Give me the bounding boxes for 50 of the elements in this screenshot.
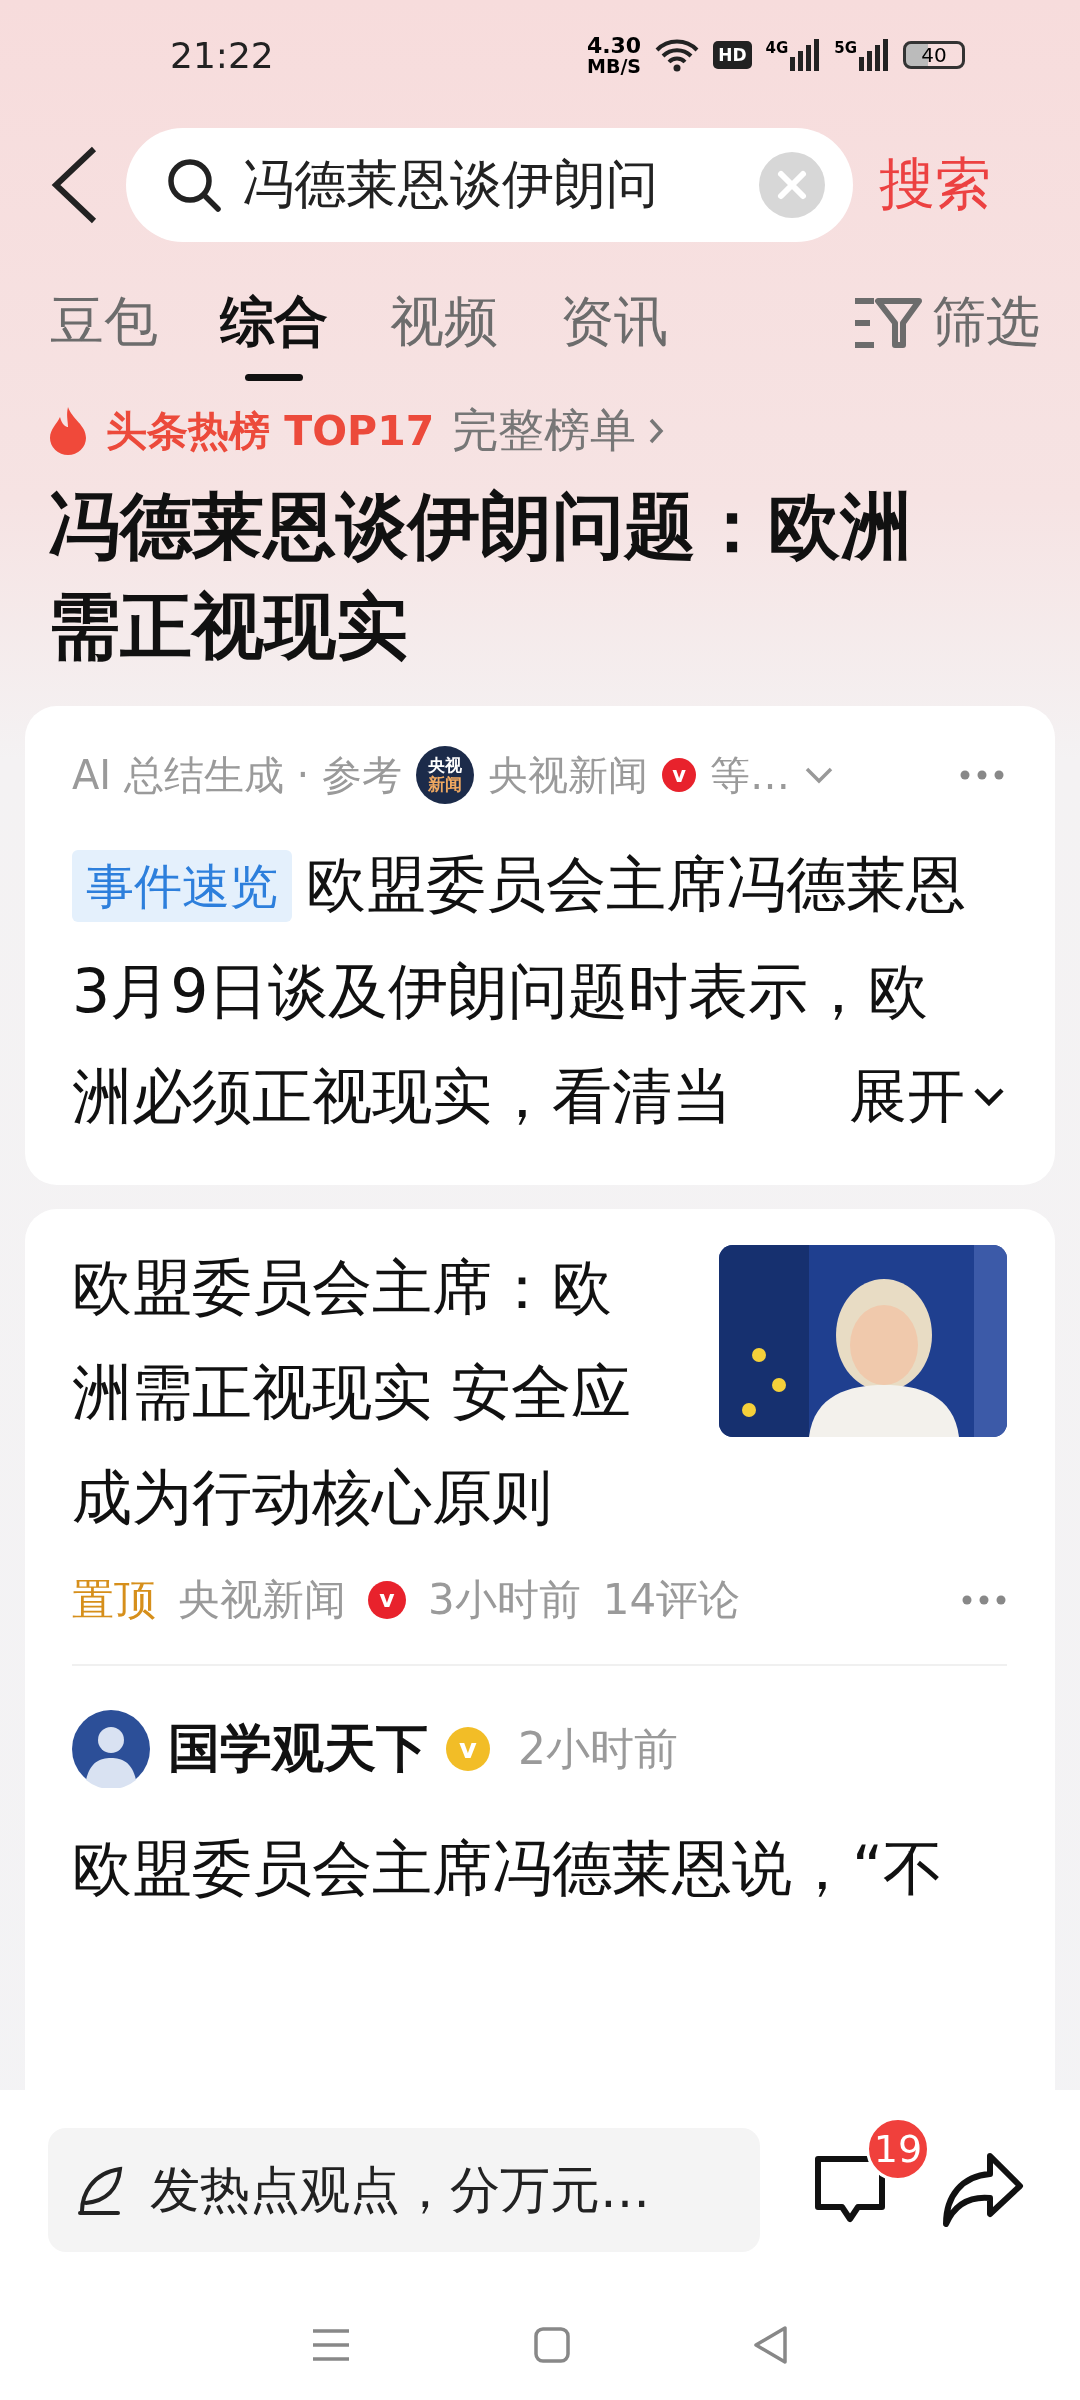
tab[interactable]: 综合	[220, 286, 328, 381]
filter-button[interactable]: 筛选	[852, 286, 1040, 359]
network-speed-unit: MB/S	[587, 56, 641, 76]
signal-icon	[790, 39, 821, 71]
notification-badge: 19	[866, 2117, 930, 2181]
pinned-label: 置顶	[72, 1574, 156, 1626]
verified-badge: v	[368, 1581, 406, 1619]
network-label: 5G	[834, 39, 857, 57]
publish-time: 3小时前	[428, 1574, 581, 1626]
verified-badge: v	[662, 758, 697, 792]
wifi-icon	[655, 38, 700, 72]
comment-count: 14评论	[602, 1574, 741, 1626]
search-bar[interactable]: 冯德莱恩谈伊朗问	[126, 128, 853, 242]
more-icon[interactable]	[959, 769, 1005, 781]
more-sources: 等…	[710, 750, 791, 800]
avatar-icon[interactable]	[72, 1710, 150, 1788]
tab[interactable]: 资讯	[560, 286, 668, 381]
chevron-down-icon[interactable]	[804, 766, 835, 784]
source-name: 央视新闻	[488, 750, 649, 800]
comment-input[interactable]: 发热点观点，分万元…	[150, 2161, 730, 2219]
flame-icon	[48, 407, 88, 455]
search-icon	[166, 157, 222, 213]
signal-icon	[859, 39, 889, 71]
hd-badge: HD	[713, 41, 752, 69]
more-icon[interactable]	[961, 1594, 1007, 1606]
hot-list-label: 头条热榜 TOP17	[106, 405, 435, 457]
chevron-down-icon	[973, 1086, 1005, 1107]
verified-badge: v	[446, 1727, 490, 1771]
menu-icon[interactable]	[311, 2327, 352, 2363]
topic-title: 冯德莱恩谈伊朗问题：欧洲需正视现实	[48, 483, 913, 670]
tab[interactable]: 豆包	[50, 286, 158, 381]
battery-indicator: 40	[903, 41, 965, 69]
comment-bar[interactable]: 发热点观点，分万元…	[48, 2128, 760, 2252]
author-name[interactable]: 国学观天下	[168, 1714, 428, 1784]
share-icon[interactable]	[940, 2150, 1024, 2230]
search-input[interactable]: 冯德莱恩谈伊朗问	[242, 155, 739, 215]
network-label: 4G	[765, 39, 789, 57]
status-time: 21:22	[170, 34, 275, 76]
chevron-right-icon	[648, 417, 665, 445]
ai-summary-label: AI 总结生成 · 参考	[72, 750, 403, 800]
source-logo: 央视 新闻	[416, 746, 475, 804]
post-time: 2小时前	[518, 1721, 678, 1776]
home-icon[interactable]	[534, 2327, 570, 2363]
full-list-link[interactable]: 完整榜单	[452, 400, 665, 462]
network-speed: 4.30	[586, 34, 642, 57]
tab[interactable]: 视频	[390, 286, 498, 381]
article-title[interactable]: 欧盟委员会主席：欧洲需正视现实 安全应成为行动核心原则	[72, 1235, 632, 1550]
post-text: 欧盟委员会主席冯德莱恩说，“不	[72, 1832, 945, 1905]
pen-icon	[78, 2165, 124, 2215]
source-name: 央视新闻	[178, 1574, 346, 1626]
